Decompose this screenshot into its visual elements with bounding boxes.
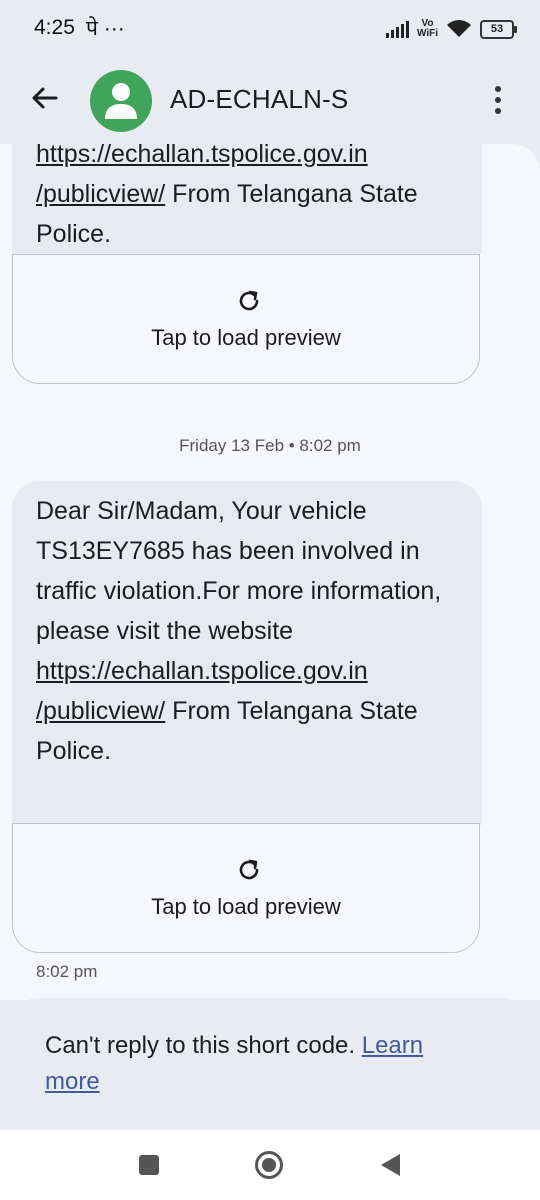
contact-avatar[interactable] <box>90 70 152 132</box>
message-timestamp: 8:02 pm <box>36 962 98 981</box>
signal-icon <box>385 20 409 38</box>
triangle-back-icon <box>381 1154 400 1176</box>
status-notification-indicators: पे ··· <box>86 17 125 40</box>
circle-home-icon <box>255 1151 283 1179</box>
more-options-button[interactable] <box>484 76 512 124</box>
message-link-continuation[interactable]: /publicview/ <box>36 697 165 725</box>
message-text: Dear Sir/Madam, Your vehicle TS13EY7685 … <box>36 497 442 645</box>
message-list[interactable]: https://echallan.tspolice.gov.in /public… <box>0 144 540 1000</box>
back-arrow-icon <box>32 87 58 109</box>
load-preview-label: Tap to load preview <box>151 894 341 919</box>
link-preview-card[interactable]: Tap to load preview <box>12 823 480 953</box>
battery-icon: 53 <box>480 19 517 39</box>
system-nav-bar <box>0 1130 540 1200</box>
message-link-continuation[interactable]: /publicview/ <box>36 180 165 208</box>
more-vert-icon <box>495 86 501 92</box>
refresh-icon <box>239 290 259 311</box>
message-bubble[interactable]: Dear Sir/Madam, Your vehicle TS13EY7685 … <box>12 481 482 825</box>
back-button[interactable] <box>22 76 66 120</box>
square-icon <box>139 1155 159 1175</box>
load-preview-label: Tap to load preview <box>151 325 341 350</box>
message-bubble[interactable]: https://echallan.tspolice.gov.in /public… <box>12 144 482 254</box>
wifi-icon <box>447 20 471 37</box>
person-icon <box>105 83 137 119</box>
status-time: 4:25 <box>34 16 75 39</box>
recents-button[interactable] <box>134 1150 164 1180</box>
reply-notice-panel: Can't reply to this short code. Learn mo… <box>0 998 540 1132</box>
conversation-header: AD-ECHALN-S <box>0 58 540 144</box>
reply-notice-text: Can't reply to this short code. <box>45 1032 362 1059</box>
link-preview-card[interactable]: Tap to load preview <box>12 254 480 384</box>
message-link[interactable]: https://echallan.tspolice.gov.in <box>36 657 368 685</box>
back-nav-button[interactable] <box>376 1150 406 1180</box>
home-button[interactable] <box>254 1150 284 1180</box>
status-icons: Vo WiFi 53 <box>385 16 517 42</box>
status-bar: 4:25 पे ··· Vo WiFi 53 <box>0 0 540 58</box>
contact-name[interactable]: AD-ECHALN-S <box>170 84 348 115</box>
vowifi-label: Vo WiFi <box>416 18 438 39</box>
date-separator: Friday 13 Feb • 8:02 pm <box>179 436 361 455</box>
refresh-icon <box>239 859 259 880</box>
message-link[interactable]: https://echallan.tspolice.gov.in <box>36 144 368 168</box>
